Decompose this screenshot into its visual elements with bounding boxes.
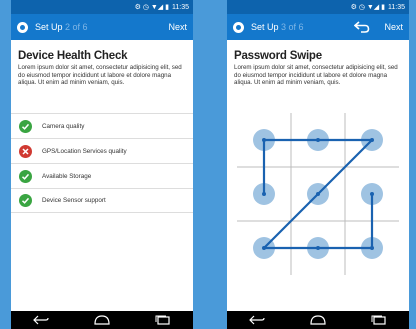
health-checklist: Camera quality GPS/Location Services qual… xyxy=(11,113,193,213)
pattern-dot-center xyxy=(316,138,320,142)
next-button[interactable]: Next xyxy=(384,22,403,32)
back-icon[interactable] xyxy=(32,315,50,325)
check-label: GPS/Location Services quality xyxy=(42,147,127,155)
pattern-dot-center xyxy=(370,192,374,196)
phone-screen-password-swipe: ⚙ ◷ ▼◢ ▮ 11:35 Set Up 3 of 6 Next Passwo… xyxy=(227,0,409,329)
app-logo-icon xyxy=(233,21,244,33)
page-description: Lorem ipsum dolor sit amet, consectetur … xyxy=(18,64,182,87)
undo-arrow-icon[interactable] xyxy=(354,21,370,33)
health-check-content: Device Health Check Lorem ipsum dolor si… xyxy=(18,50,186,87)
pattern-dot-center xyxy=(316,192,320,196)
back-icon[interactable] xyxy=(248,315,266,325)
page-title: Device Health Check xyxy=(18,50,128,62)
check-icon xyxy=(19,169,32,183)
pattern-dot-center xyxy=(262,246,266,250)
check-icon xyxy=(19,194,32,207)
navigation-bar xyxy=(11,311,193,329)
step-progress: 3 of 6 xyxy=(281,22,304,32)
status-bar: ⚙ ◷ ▼◢ ▮ 11:35 xyxy=(11,0,193,14)
status-time: 11:35 xyxy=(172,3,189,11)
app-logo-icon xyxy=(17,21,28,33)
check-icon xyxy=(19,119,32,133)
pattern-dot-center xyxy=(370,138,374,142)
home-icon[interactable] xyxy=(309,315,327,325)
notification-icons: ⚙ ◷ ▼◢ ▮ xyxy=(350,4,385,11)
home-icon[interactable] xyxy=(93,315,111,325)
check-label: Camera quality xyxy=(42,122,85,130)
pattern-dot-center xyxy=(316,246,320,250)
check-item: GPS/Location Services quality xyxy=(11,138,193,163)
next-button[interactable]: Next xyxy=(168,22,187,32)
navigation-bar xyxy=(227,311,409,329)
password-swipe-content: Password Swipe Lorem ipsum dolor sit ame… xyxy=(234,50,402,87)
x-icon xyxy=(19,144,32,158)
step-label: Set Up xyxy=(35,22,63,32)
swipe-pattern-grid[interactable] xyxy=(237,113,399,275)
status-bar: ⚙ ◷ ▼◢ ▮ 11:35 xyxy=(227,0,409,14)
recents-icon[interactable] xyxy=(370,315,388,325)
phone-screen-health-check: ⚙ ◷ ▼◢ ▮ 11:35 Set Up 2 of 6 Next Device… xyxy=(11,0,193,329)
step-title: Set Up 2 of 6 xyxy=(35,22,88,32)
pattern-dot-center xyxy=(262,138,266,142)
recents-icon[interactable] xyxy=(154,315,172,325)
page-description: Lorem ipsum dolor sit amet, consectetur … xyxy=(234,64,398,87)
notification-icons: ⚙ ◷ ▼◢ ▮ xyxy=(134,4,169,11)
app-bar: Set Up 3 of 6 Next xyxy=(227,14,409,40)
status-time: 11:35 xyxy=(388,3,405,11)
check-item: Camera quality xyxy=(11,113,193,138)
step-title: Set Up 3 of 6 xyxy=(251,22,304,32)
check-item: Device Sensor support xyxy=(11,188,193,213)
check-label: Device Sensor support xyxy=(42,197,106,204)
pattern-dot-center xyxy=(262,192,266,196)
check-label: Available Storage xyxy=(42,172,92,180)
step-progress: 2 of 6 xyxy=(65,22,88,32)
pattern-dot-center xyxy=(370,246,374,250)
step-label: Set Up xyxy=(251,22,279,32)
check-item: Available Storage xyxy=(11,163,193,188)
app-bar: Set Up 2 of 6 Next xyxy=(11,14,193,40)
page-title: Password Swipe xyxy=(234,50,322,62)
